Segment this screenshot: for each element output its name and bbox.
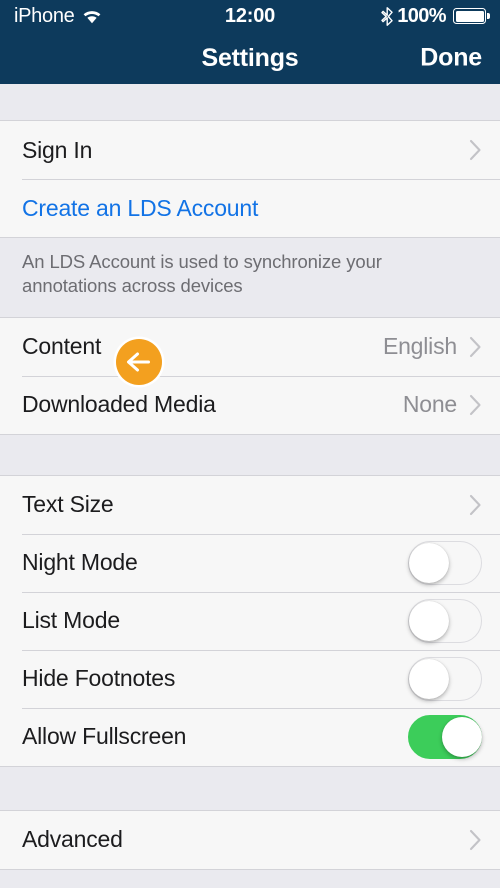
- row-value: None: [402, 391, 457, 418]
- done-button[interactable]: Done: [420, 44, 482, 73]
- row-label: Content: [22, 333, 102, 360]
- battery-full-icon: [453, 8, 490, 24]
- row-content[interactable]: Content English: [0, 317, 500, 376]
- carrier-label: iPhone: [14, 4, 75, 27]
- iphone-screen: iPhone 12:00 100% Settings Done Sign In …: [0, 0, 500, 888]
- section-gap: [0, 766, 500, 811]
- row-allow-fullscreen[interactable]: Allow Fullscreen: [0, 707, 500, 766]
- row-label: Hide Footnotes: [22, 665, 176, 692]
- row-sign-in[interactable]: Sign In: [0, 121, 500, 179]
- row-label: Advanced: [22, 826, 123, 853]
- row-value: English: [382, 333, 457, 360]
- row-label: Sign In: [22, 136, 93, 163]
- row-hide-footnotes[interactable]: Hide Footnotes: [0, 649, 500, 708]
- wifi-icon: [81, 8, 103, 24]
- row-create-lds-account[interactable]: Create an LDS Account: [0, 179, 500, 237]
- bluetooth-icon: [381, 6, 393, 26]
- chevron-right-icon: [469, 394, 482, 416]
- row-list-mode[interactable]: List Mode: [0, 591, 500, 650]
- section-gap: [0, 84, 500, 120]
- row-label: Night Mode: [22, 549, 138, 576]
- section-footer-account: An LDS Account is used to synchronize yo…: [0, 238, 500, 318]
- row-text-size[interactable]: Text Size: [0, 475, 500, 534]
- page-title: Settings: [201, 43, 299, 72]
- toggle-hide-footnotes[interactable]: [408, 656, 482, 701]
- toggle-night-mode[interactable]: [408, 540, 482, 585]
- row-night-mode[interactable]: Night Mode: [0, 533, 500, 592]
- chevron-right-icon: [469, 336, 482, 358]
- row-label: Create an LDS Account: [22, 194, 259, 221]
- clock-time: 12:00: [224, 4, 276, 27]
- section-content: Content English Downloaded Media None: [0, 317, 500, 435]
- toggle-allow-fullscreen[interactable]: [408, 714, 482, 759]
- row-label: Allow Fullscreen: [22, 723, 187, 750]
- row-label: Downloaded Media: [22, 391, 216, 418]
- section-gap: [0, 434, 500, 476]
- section-advanced: Advanced: [0, 810, 500, 870]
- row-advanced[interactable]: Advanced: [0, 810, 500, 869]
- section-account: Sign In Create an LDS Account: [0, 120, 500, 238]
- section-display: Text Size Night Mode List Mode Hide Foot…: [0, 475, 500, 767]
- settings-table: Sign In Create an LDS Account An LDS Acc…: [0, 84, 500, 870]
- chevron-right-icon: [469, 829, 482, 851]
- navigation-bar: Settings Done: [0, 32, 500, 84]
- battery-percentage: 100%: [397, 4, 446, 27]
- chevron-right-icon: [469, 494, 482, 516]
- status-bar: iPhone 12:00 100%: [0, 0, 500, 32]
- toggle-list-mode[interactable]: [408, 598, 482, 643]
- row-downloaded-media[interactable]: Downloaded Media None: [0, 375, 500, 434]
- row-label: Text Size: [22, 491, 114, 518]
- chevron-right-icon: [469, 139, 482, 161]
- status-bar-left: iPhone: [14, 5, 225, 28]
- row-label: List Mode: [22, 607, 120, 634]
- status-bar-right: 100%: [275, 4, 490, 28]
